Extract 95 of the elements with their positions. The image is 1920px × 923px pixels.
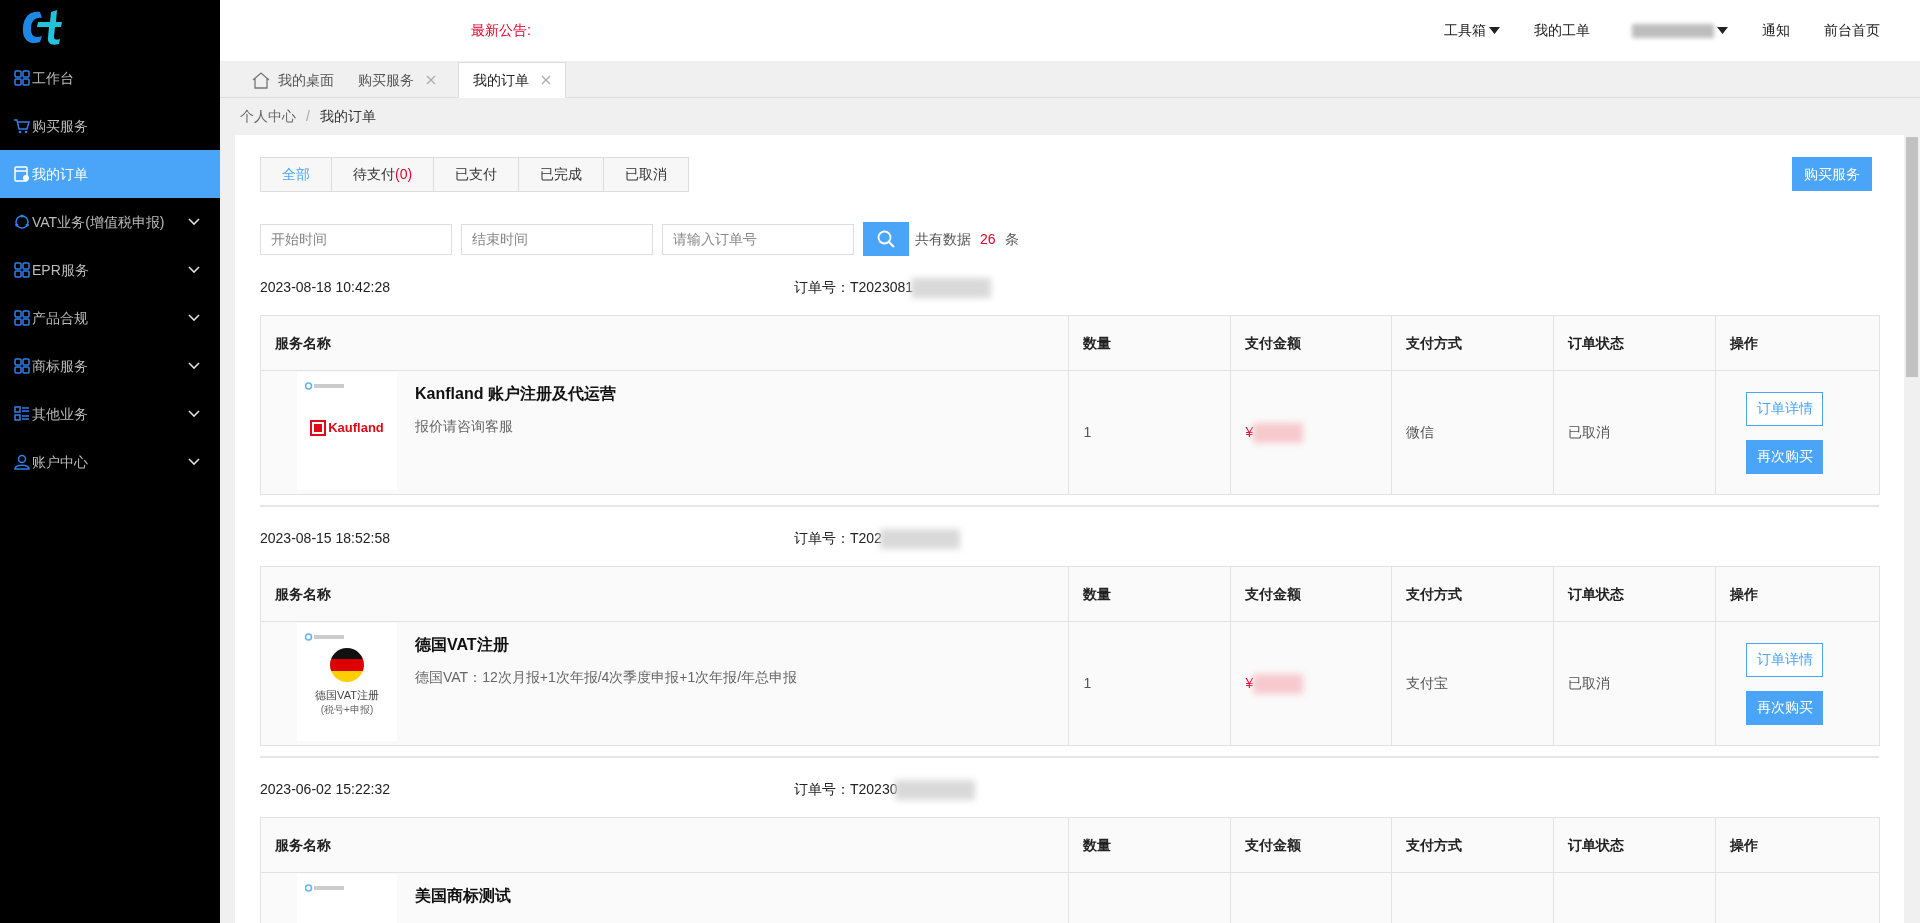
document-icon — [14, 166, 30, 182]
kaufland-logo-icon — [310, 419, 327, 436]
payment-method-cell-text: 微信 — [1406, 423, 1435, 442]
brand-icon — [305, 382, 345, 390]
cycle-icon — [14, 214, 30, 230]
search-button[interactable] — [863, 222, 909, 256]
column-header: 数量 — [1069, 818, 1232, 872]
brand-icon — [305, 884, 345, 892]
flag-icon — [329, 647, 365, 683]
grid-icon — [14, 70, 30, 86]
product-name: Kanfland 账户注册及代运营 — [415, 384, 616, 404]
header-link[interactable]: 通知 — [1762, 20, 1790, 41]
column-header: 数量 — [1069, 567, 1232, 621]
cart-icon — [14, 118, 30, 134]
order-status-cell-text: 已取消 — [1568, 674, 1611, 693]
product-description: 德国VAT：12次月报+1次年报/4次季度申报+1次年报/年总申报 — [415, 668, 798, 687]
order-date: 2023-08-15 18:52:58 — [260, 529, 391, 548]
order-status-cell-text: 已取消 — [1568, 423, 1611, 442]
close-icon[interactable] — [541, 75, 551, 85]
amount-cell-text: ¥ — [1245, 423, 1254, 442]
sidebar-item[interactable]: 购买服务 — [0, 102, 220, 150]
grid-icon — [14, 310, 30, 326]
tab[interactable]: 购买服务 — [346, 62, 448, 98]
total-label: 共有数据 — [915, 229, 971, 249]
order-date: 2023-06-02 15:22:32 — [260, 780, 391, 799]
column-header: 订单状态 — [1554, 316, 1717, 370]
order-number-label: 订单号： — [794, 278, 850, 297]
column-header: 支付方式 — [1392, 818, 1555, 872]
end-date-field[interactable]: 结束时间 — [461, 223, 653, 255]
grid-icon — [14, 262, 30, 278]
order-number: T202 — [850, 529, 882, 548]
redacted-amount — [1253, 673, 1304, 694]
total-unit: 条 — [1004, 229, 1019, 249]
filter-tab[interactable]: 待支付(0) — [331, 157, 435, 192]
column-header: 操作 — [1729, 835, 1760, 855]
column-header: 数量 — [1069, 316, 1232, 370]
sidebar-item[interactable]: 产品合规 — [0, 294, 220, 342]
breadcrumb-current: 我的订单 — [319, 107, 376, 126]
filter-tab[interactable]: 已支付 — [433, 157, 520, 192]
order-number-label: 订单号： — [794, 529, 850, 548]
toolbox-menu[interactable]: 工具箱 — [1444, 20, 1500, 41]
redacted-amount — [1253, 422, 1304, 443]
search-icon — [876, 229, 896, 249]
caret-icon — [1717, 27, 1728, 34]
order-date: 2023-08-18 10:42:28 — [260, 278, 391, 297]
close-icon[interactable] — [426, 75, 436, 85]
column-header: 服务名称 — [261, 567, 1070, 621]
list-icon — [14, 406, 30, 422]
product-name: 德国VAT注册 — [415, 635, 510, 655]
image-subcaption: (税号+申报) — [320, 703, 374, 716]
column-header: 支付金额 — [1231, 818, 1393, 872]
user-icon — [14, 454, 30, 470]
order-number-field[interactable]: 请输入订单号 — [662, 223, 854, 255]
tab[interactable]: 我的订单 — [458, 62, 566, 98]
column-header: 支付金额 — [1231, 316, 1393, 370]
sidebar-item[interactable]: EPR服务 — [0, 246, 220, 294]
sidebar-item[interactable]: 商标服务 — [0, 342, 220, 390]
caret-icon — [1489, 27, 1500, 34]
header-link[interactable]: 前台首页 — [1824, 20, 1880, 41]
total-count: 26 — [980, 229, 996, 249]
brand-icon — [305, 633, 345, 641]
filter-tab[interactable]: 已取消 — [603, 157, 690, 192]
breadcrumb-separator: / — [306, 107, 310, 126]
column-header: 支付方式 — [1392, 567, 1555, 621]
column-header: 订单状态 — [1554, 818, 1717, 872]
quantity-cell-text: 1 — [1083, 423, 1092, 442]
tab[interactable]: 我的桌面 — [240, 62, 346, 98]
image-caption: 德国VAT注册 — [315, 688, 379, 703]
sidebar-item[interactable]: 工作台 — [0, 54, 220, 102]
payment-method-cell-text: 支付宝 — [1406, 674, 1449, 693]
breadcrumb-link[interactable]: 个人中心 — [240, 106, 296, 127]
quantity-cell-text: 1 — [1083, 674, 1092, 693]
logo-icon — [20, 8, 62, 46]
column-header: 支付金额 — [1231, 567, 1393, 621]
order-number: T2023081 — [850, 278, 914, 297]
header-link[interactable]: 我的工单 — [1534, 20, 1590, 41]
column-header: 操作 — [1729, 584, 1760, 604]
amount-cell-text: ¥ — [1245, 674, 1254, 693]
order-number-label: 订单号： — [794, 780, 850, 799]
filter-tab[interactable]: 已完成 — [518, 157, 605, 192]
column-header: 服务名称 — [261, 316, 1070, 370]
sidebar-item[interactable]: 账户中心 — [0, 438, 220, 486]
start-date-field[interactable]: 开始时间 — [260, 223, 452, 255]
order-number: T20230 — [850, 780, 898, 799]
column-header: 服务名称 — [261, 818, 1070, 872]
product-description: 报价请咨询客服 — [415, 417, 514, 436]
column-header: 支付方式 — [1392, 316, 1555, 370]
product-name: 美国商标测试 — [415, 886, 511, 906]
column-header: 订单状态 — [1554, 567, 1717, 621]
grid-icon — [14, 358, 30, 374]
sidebar-item[interactable]: VAT业务(增值税申报) — [0, 198, 220, 246]
notice-label: 最新公告: — [471, 21, 531, 40]
column-header: 操作 — [1729, 333, 1760, 353]
logo-text: Kaufland — [328, 419, 384, 437]
sidebar-item[interactable]: 其他业务 — [0, 390, 220, 438]
